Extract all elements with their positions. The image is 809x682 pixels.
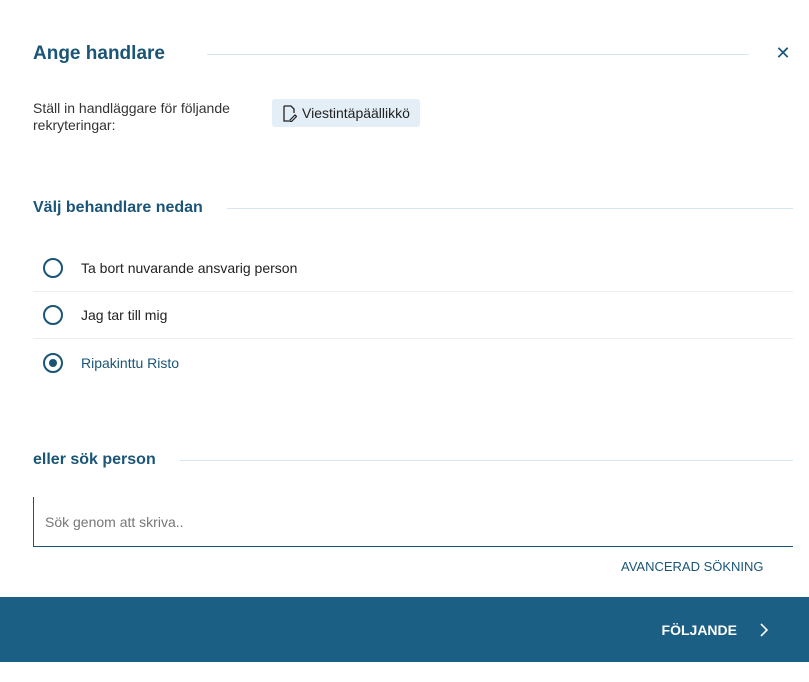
search-field (33, 497, 793, 547)
section-divider (226, 207, 793, 209)
document-edit-icon (283, 104, 297, 122)
radio-label: Ta bort nuvarande ansvarig person (81, 260, 298, 276)
search-section-title: eller sök person (33, 451, 156, 468)
handler-section-header: Välj behandlare nedan (33, 197, 793, 219)
dialog-footer: FÖLJANDE (0, 597, 809, 662)
next-button-label: FÖLJANDE (661, 621, 737, 638)
chevron-right-icon (760, 622, 769, 637)
radio-button[interactable] (43, 258, 63, 278)
dialog-title: Ange handlare (33, 43, 165, 64)
radio-option-person[interactable]: Ripakinttu Risto (33, 339, 793, 386)
radio-label: Jag tar till mig (81, 307, 168, 323)
handler-section-title: Välj behandlare nedan (33, 199, 203, 216)
radio-button-selected[interactable] (43, 352, 63, 373)
assign-description: Ställ in handläggare för följande rekryt… (33, 100, 230, 133)
recruitment-chip: Viestintäpäällikkö (272, 99, 420, 127)
search-section-header: eller sök person (33, 449, 793, 471)
assign-handler-dialog: Ange handlare ✕ Ställ in handläggare för… (0, 0, 809, 682)
header-divider (206, 53, 749, 55)
handler-radio-group: Ta bort nuvarande ansvarig person Jag ta… (33, 245, 793, 386)
chip-label: Viestintäpäällikkö (302, 105, 410, 121)
search-input[interactable] (34, 497, 793, 546)
next-button[interactable]: FÖLJANDE (662, 597, 769, 662)
radio-option-remove-current[interactable]: Ta bort nuvarande ansvarig person (33, 245, 793, 292)
advanced-search-link[interactable]: AVANCERAD SÖKNING (621, 559, 764, 574)
radio-label: Ripakinttu Risto (81, 354, 180, 371)
close-icon[interactable]: ✕ (773, 41, 793, 65)
radio-button[interactable] (43, 305, 63, 325)
dialog-header: Ange handlare (33, 40, 773, 68)
section-divider (179, 459, 793, 461)
radio-option-assign-self[interactable]: Jag tar till mig (33, 292, 793, 339)
